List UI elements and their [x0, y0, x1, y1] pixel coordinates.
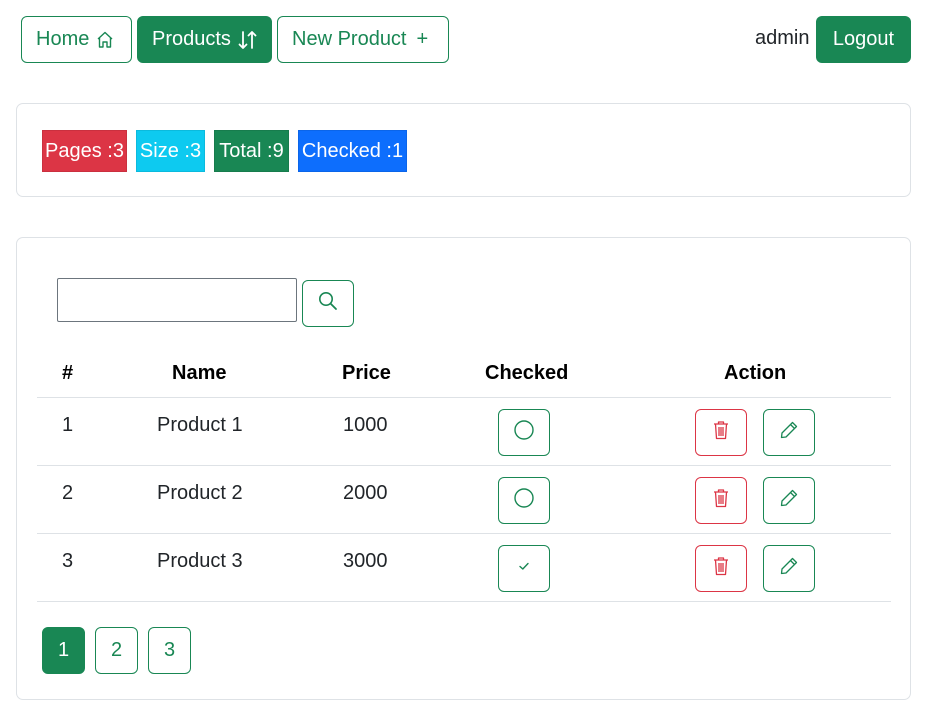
trash-icon [711, 555, 731, 582]
column-header-checked: Checked [485, 362, 569, 384]
row-name: Product 2 [157, 482, 243, 504]
column-header-index: # [62, 362, 74, 384]
delete-button[interactable] [695, 545, 747, 592]
row-index: 1 [62, 414, 74, 436]
pencil-icon [778, 555, 800, 582]
delete-button[interactable] [695, 409, 747, 456]
pencil-icon [778, 487, 800, 514]
edit-button[interactable] [763, 477, 815, 524]
row-name: Product 3 [157, 550, 243, 572]
row-price: 1000 [343, 414, 388, 436]
plus-icon: + [416, 28, 429, 50]
row-divider [37, 601, 891, 602]
circle-icon [513, 419, 535, 446]
page-button-3[interactable]: 3 [148, 627, 191, 674]
size-badge: Size :3 [136, 130, 205, 172]
search-input[interactable] [57, 278, 297, 322]
search-icon [317, 290, 339, 317]
products-card: # Name Price Checked Action 1 Product 1 … [16, 237, 911, 700]
products-button[interactable]: Products [137, 16, 272, 63]
row-price: 2000 [343, 482, 388, 504]
column-header-price: Price [342, 362, 391, 384]
row-index: 2 [62, 482, 74, 504]
trash-icon [711, 419, 731, 446]
checked-badge: Checked :1 [298, 130, 407, 172]
sort-arrows-icon [237, 29, 259, 51]
new-product-button-label: New Product [292, 28, 407, 50]
page-button-2[interactable]: 2 [95, 627, 138, 674]
row-price: 3000 [343, 550, 388, 572]
table-row: 2 Product 2 2000 [37, 466, 891, 534]
check-toggle-button[interactable] [498, 545, 550, 592]
edit-button[interactable] [763, 409, 815, 456]
table-row: 3 Product 3 3000 [37, 534, 891, 602]
page-button-1[interactable]: 1 [42, 627, 85, 674]
trash-icon [711, 487, 731, 514]
row-index: 3 [62, 550, 74, 572]
column-header-action: Action [724, 362, 787, 384]
house-icon [95, 30, 115, 50]
total-badge: Total :9 [214, 130, 289, 172]
delete-button[interactable] [695, 477, 747, 524]
username-label: admin [755, 27, 810, 49]
pencil-icon [778, 419, 800, 446]
pages-badge: Pages :3 [42, 130, 127, 172]
products-button-label: Products [152, 28, 231, 50]
stats-card: Pages :3 Size :3 Total :9 Checked :1 [16, 103, 911, 197]
column-header-name: Name [172, 362, 227, 384]
circle-icon [513, 487, 535, 514]
check-toggle-button[interactable] [498, 477, 550, 524]
new-product-button[interactable]: New Product + [277, 16, 449, 63]
home-button-label: Home [36, 28, 90, 50]
row-name: Product 1 [157, 414, 243, 436]
home-button[interactable]: Home [21, 16, 132, 63]
table-row: 1 Product 1 1000 [37, 398, 891, 466]
check-toggle-button[interactable] [498, 409, 550, 456]
check-icon [516, 558, 532, 579]
logout-button[interactable]: Logout [816, 16, 911, 63]
search-button[interactable] [302, 280, 354, 327]
edit-button[interactable] [763, 545, 815, 592]
